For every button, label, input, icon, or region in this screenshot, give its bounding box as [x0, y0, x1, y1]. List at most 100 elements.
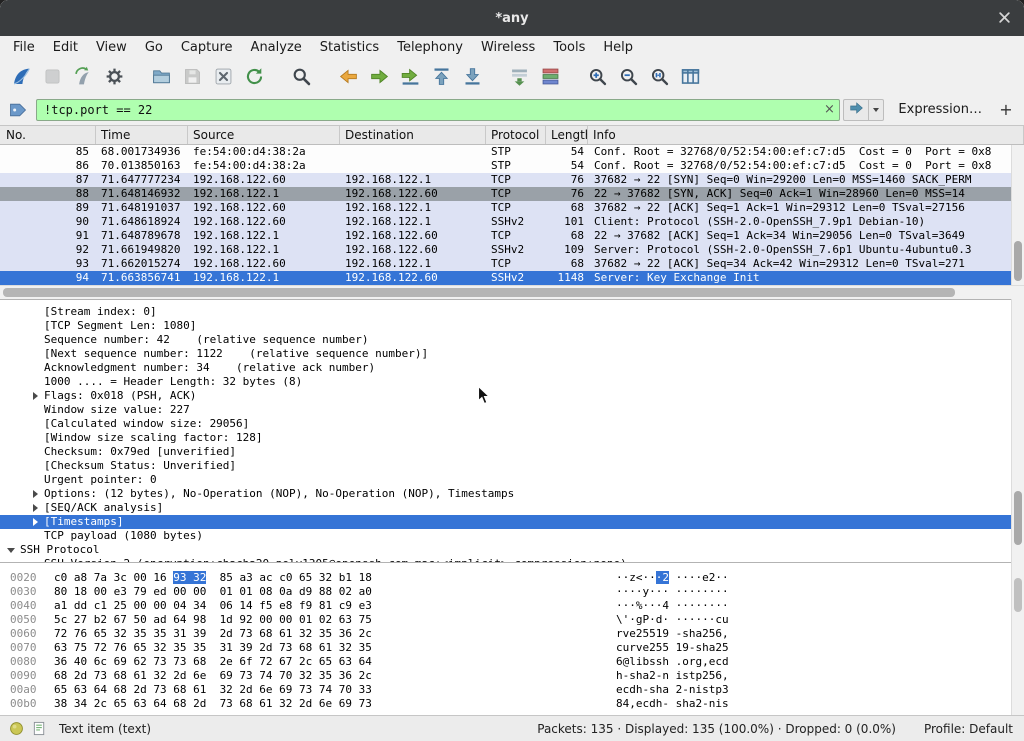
column-header-src[interactable]: Source [188, 126, 340, 144]
close-file-button[interactable] [208, 62, 239, 90]
packet-row[interactable]: 9371.662015274192.168.122.60192.168.122.… [0, 257, 1011, 271]
hex-row[interactable]: 00b038 34 2c 65 63 64 68 2d 73 68 61 32 … [10, 697, 1011, 711]
save-file-button[interactable] [177, 62, 208, 90]
details-scrollbar[interactable] [1011, 299, 1024, 562]
dropdown-caret-icon[interactable] [869, 99, 884, 121]
zoom-in-button[interactable] [582, 62, 613, 90]
stop-capture-button[interactable] [37, 62, 68, 90]
menu-help[interactable]: Help [594, 38, 642, 57]
menu-go[interactable]: Go [136, 38, 172, 57]
menu-statistics[interactable]: Statistics [311, 38, 388, 57]
detail-line[interactable]: 1000 .... = Header Length: 32 bytes (8) [0, 375, 1011, 389]
packet-list-hscrollbar-thumb[interactable] [3, 288, 955, 297]
hex-row[interactable]: 0020c0 a8 7a 3c 00 16 93 32 85 a3 ac c0 … [10, 571, 1011, 585]
column-header-proto[interactable]: Protocol [486, 126, 546, 144]
colorize-button[interactable] [535, 62, 566, 90]
column-header-len[interactable]: Length [546, 126, 588, 144]
expression-button[interactable]: Expression… [898, 102, 982, 117]
packet-row[interactable]: 8771.647777234192.168.122.60192.168.122.… [0, 173, 1011, 187]
expander-open-icon[interactable] [6, 543, 20, 557]
apply-filter-button[interactable] [843, 99, 869, 121]
clear-filter-icon[interactable]: × [819, 100, 839, 120]
go-first-button[interactable] [426, 62, 457, 90]
detail-line[interactable]: [Timestamps] [0, 515, 1011, 529]
menu-capture[interactable]: Capture [172, 38, 242, 57]
menu-wireless[interactable]: Wireless [472, 38, 544, 57]
close-window-button[interactable] [994, 8, 1014, 28]
detail-line[interactable]: Sequence number: 42 (relative sequence n… [0, 333, 1011, 347]
packet-list-hscrollbar[interactable] [0, 285, 1024, 299]
packet-list-scrollbar-thumb[interactable] [1014, 241, 1022, 281]
menu-analyze[interactable]: Analyze [242, 38, 311, 57]
add-filter-button[interactable]: + [996, 99, 1016, 121]
packet-row[interactable]: 9171.648789678192.168.122.1192.168.122.6… [0, 229, 1011, 243]
bytes-scrollbar-thumb[interactable] [1014, 578, 1022, 612]
hex-row[interactable]: 0040a1 dd c1 25 00 00 04 34 06 14 f5 e8 … [10, 599, 1011, 613]
expander-closed-icon[interactable] [30, 389, 44, 403]
hex-row[interactable]: 00505c 27 b2 67 50 ad 64 98 1d 92 00 00 … [10, 613, 1011, 627]
auto-scroll-button[interactable] [504, 62, 535, 90]
column-header-dst[interactable]: Destination [340, 126, 486, 144]
packet-row[interactable]: 9271.661949820192.168.122.1192.168.122.6… [0, 243, 1011, 257]
expander-closed-icon[interactable] [30, 515, 44, 529]
detail-line[interactable]: Flags: 0x018 (PSH, ACK) [0, 389, 1011, 403]
reload-button[interactable] [239, 62, 270, 90]
column-header-info[interactable]: Info [588, 126, 1024, 144]
go-last-button[interactable] [457, 62, 488, 90]
packet-row[interactable]: 8568.001734936fe:54:00:d4:38:2aSTP54Conf… [0, 145, 1011, 159]
detail-line[interactable]: SSH Protocol [0, 543, 1011, 557]
column-header-time[interactable]: Time [96, 126, 188, 144]
details-scrollbar-thumb[interactable] [1014, 491, 1022, 545]
hex-row[interactable]: 009068 2d 73 68 61 32 2d 6e 69 73 74 70 … [10, 669, 1011, 683]
detail-line[interactable]: [Next sequence number: 1122 (relative se… [0, 347, 1011, 361]
zoom-original-button[interactable] [644, 62, 675, 90]
detail-line[interactable]: TCP payload (1080 bytes) [0, 529, 1011, 543]
menu-file[interactable]: File [4, 38, 44, 57]
hex-row[interactable]: 007063 75 72 76 65 32 35 35 31 39 2d 73 … [10, 641, 1011, 655]
menu-tools[interactable]: Tools [544, 38, 594, 57]
packet-row[interactable]: 8871.648146932192.168.122.1192.168.122.6… [0, 187, 1011, 201]
detail-line[interactable]: Urgent pointer: 0 [0, 473, 1011, 487]
packet-row[interactable]: 8670.013850163fe:54:00:d4:38:2aSTP54Conf… [0, 159, 1011, 173]
go-forward-button[interactable] [364, 62, 395, 90]
detail-line[interactable]: Window size value: 227 [0, 403, 1011, 417]
hex-row[interactable]: 008036 40 6c 69 62 73 73 68 2e 6f 72 67 … [10, 655, 1011, 669]
detail-line[interactable]: Options: (12 bytes), No-Operation (NOP),… [0, 487, 1011, 501]
detail-line[interactable]: [Calculated window size: 29056] [0, 417, 1011, 431]
expander-closed-icon[interactable] [30, 487, 44, 501]
go-back-button[interactable] [333, 62, 364, 90]
detail-line[interactable]: [Checksum Status: Unverified] [0, 459, 1011, 473]
capture-comment-icon[interactable] [32, 721, 48, 737]
zoom-out-button[interactable] [613, 62, 644, 90]
bytes-scrollbar[interactable] [1011, 562, 1024, 715]
hex-row[interactable]: 003080 18 00 e3 79 ed 00 00 01 01 08 0a … [10, 585, 1011, 599]
capture-options-button[interactable] [99, 62, 130, 90]
detail-line[interactable]: [TCP Segment Len: 1080] [0, 319, 1011, 333]
detail-line[interactable]: Acknowledgment number: 34 (relative ack … [0, 361, 1011, 375]
profile-button[interactable]: Profile: Default [924, 722, 1013, 736]
hex-row[interactable]: 006072 76 65 32 35 35 31 39 2d 73 68 61 … [10, 627, 1011, 641]
menu-view[interactable]: View [87, 38, 136, 57]
detail-line[interactable]: [Window size scaling factor: 128] [0, 431, 1011, 445]
go-to-packet-button[interactable] [395, 62, 426, 90]
restart-capture-button[interactable] [68, 62, 99, 90]
packet-list-scrollbar[interactable] [1011, 145, 1024, 285]
hex-row[interactable]: 00a065 63 64 68 2d 73 68 61 32 2d 6e 69 … [10, 683, 1011, 697]
column-header-no[interactable]: No. [0, 126, 96, 144]
packet-row[interactable]: 9471.663856741192.168.122.1192.168.122.6… [0, 271, 1011, 285]
packet-row[interactable]: 8971.648191037192.168.122.60192.168.122.… [0, 201, 1011, 215]
detail-line[interactable]: [Stream index: 0] [0, 305, 1011, 319]
filter-bookmark-icon[interactable] [8, 99, 32, 121]
display-filter-input[interactable] [37, 103, 819, 117]
resize-columns-button[interactable] [675, 62, 706, 90]
start-capture-button[interactable] [6, 62, 37, 90]
menu-edit[interactable]: Edit [44, 38, 87, 57]
expert-info-icon[interactable] [9, 721, 25, 737]
menu-telephony[interactable]: Telephony [388, 38, 472, 57]
open-file-button[interactable] [146, 62, 177, 90]
find-packet-button[interactable] [286, 62, 317, 90]
packet-row[interactable]: 9071.648618924192.168.122.60192.168.122.… [0, 215, 1011, 229]
detail-line[interactable]: Checksum: 0x79ed [unverified] [0, 445, 1011, 459]
expander-closed-icon[interactable] [30, 501, 44, 515]
detail-line[interactable]: [SEQ/ACK analysis] [0, 501, 1011, 515]
